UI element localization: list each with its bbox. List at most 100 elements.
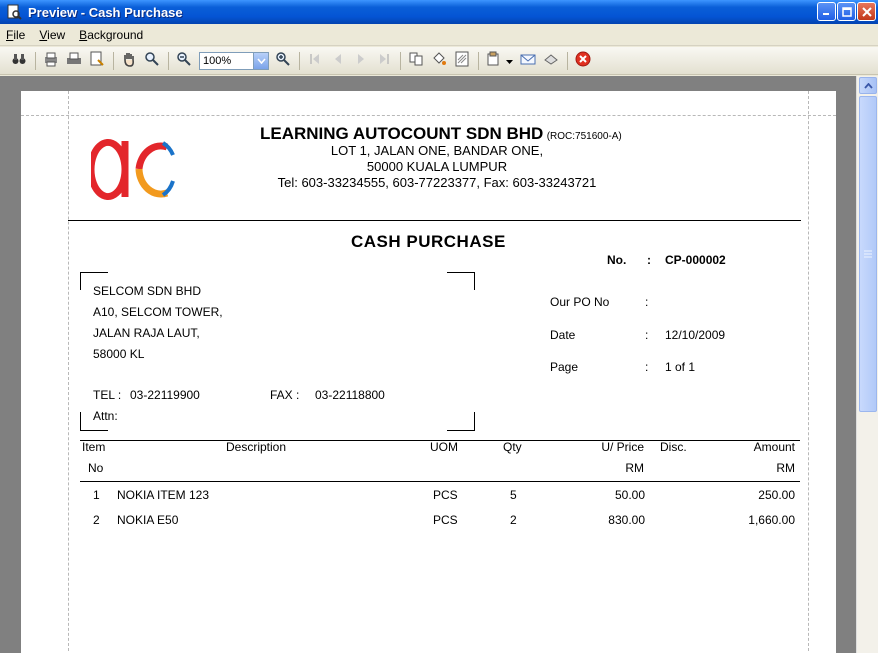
maximize-button[interactable] — [837, 2, 856, 21]
date-label: Date — [550, 328, 576, 342]
close-circle-icon — [575, 51, 591, 70]
date-value: 12/10/2009 — [665, 328, 726, 342]
supplier-address-3: 58000 KL — [93, 347, 145, 361]
row-2-uom: PCS — [433, 513, 458, 527]
last-page-icon — [376, 51, 392, 70]
row-2-price: 830.00 — [608, 513, 645, 527]
toolbar: 100% — [0, 47, 878, 75]
col-header-amount: Amount — [753, 440, 795, 454]
col-header-item-no: No — [88, 461, 104, 475]
supplier-tel-label: TEL : — [93, 388, 122, 402]
doc-no-label: No. — [607, 253, 627, 267]
company-contact: Tel: 603-33234555, 603-77223377, Fax: 60… — [277, 175, 597, 190]
print-button[interactable] — [63, 50, 85, 72]
envelope-icon — [520, 51, 536, 70]
supplier-address-2: JALAN RAJA LAUT, — [93, 326, 200, 340]
chevron-down-icon[interactable] — [253, 52, 268, 69]
col-header-item: Item — [82, 440, 106, 454]
exit-button[interactable] — [572, 50, 594, 72]
print-setup-button[interactable] — [40, 50, 62, 72]
supplier-attn-label: Attn: — [93, 409, 118, 423]
menu-view[interactable]: View — [39, 28, 65, 42]
scroll-thumb[interactable] — [859, 96, 877, 412]
row-1-description: NOKIA ITEM 123 — [117, 488, 210, 502]
menu-bar: File View Background — [0, 24, 878, 46]
row-1-uom: PCS — [433, 488, 458, 502]
export-button[interactable] — [483, 50, 505, 72]
watermark-icon — [454, 51, 470, 70]
zoom-out-icon — [176, 51, 192, 70]
row-1-price: 50.00 — [614, 488, 645, 502]
page-colon: : — [645, 360, 649, 374]
send-button[interactable] — [540, 50, 562, 72]
row-2-amount: 1,660.00 — [748, 513, 795, 527]
row-1-no: 1 — [93, 488, 100, 502]
supplier-name: SELCOM SDN BHD — [93, 284, 202, 298]
export-icon — [486, 51, 502, 70]
col-header-amount-unit: RM — [776, 461, 795, 475]
previous-page-button[interactable] — [327, 50, 349, 72]
company-name: LEARNING AUTOCOUNT SDN BHD — [260, 124, 544, 143]
zoom-in-button[interactable] — [272, 50, 294, 72]
menu-file[interactable]: File — [6, 28, 25, 42]
page-value: 1 of 1 — [665, 360, 696, 374]
zoom-in-icon — [275, 51, 291, 70]
export-dropdown-icon[interactable] — [506, 54, 513, 68]
zoom-select[interactable]: 100% — [199, 51, 269, 70]
magnifier-tool-button[interactable] — [141, 50, 163, 72]
col-header-price-unit: RM — [625, 461, 644, 475]
hand-icon — [121, 51, 137, 70]
watermark-button[interactable] — [451, 50, 473, 72]
col-header-description: Description — [226, 440, 287, 454]
close-button[interactable] — [857, 2, 876, 21]
page-setup-icon — [89, 51, 105, 70]
email-button[interactable] — [517, 50, 539, 72]
zoom-out-button[interactable] — [173, 50, 195, 72]
col-header-uom: UOM — [430, 440, 458, 454]
last-page-button[interactable] — [373, 50, 395, 72]
scroll-up-button[interactable] — [859, 77, 877, 94]
menu-background[interactable]: Background — [79, 28, 143, 42]
binoculars-icon — [11, 51, 27, 70]
row-2-description: NOKIA E50 — [117, 513, 179, 527]
supplier-address-1: A10, SELCOM TOWER, — [93, 305, 223, 319]
previous-page-icon — [330, 51, 346, 70]
first-page-icon — [307, 51, 323, 70]
col-header-disc: Disc. — [660, 440, 687, 454]
hand-tool-button[interactable] — [118, 50, 140, 72]
col-header-qty: Qty — [503, 440, 522, 454]
preview-area: LEARNING AUTOCOUNT SDN BHD (ROC:751600-A… — [0, 76, 856, 653]
supplier-fax-label: FAX : — [270, 388, 300, 402]
multiple-pages-icon — [408, 51, 424, 70]
window-title: Preview - Cash Purchase — [28, 4, 183, 20]
supplier-tel-value: 03-22119900 — [130, 388, 200, 402]
page-color-button[interactable] — [428, 50, 450, 72]
col-header-price: U/ Price — [601, 440, 644, 454]
row-2-qty: 2 — [510, 513, 517, 527]
company-address-1: LOT 1, JALAN ONE, BANDAR ONE, — [330, 143, 544, 158]
company-logo — [87, 133, 177, 206]
page-setup-button[interactable] — [86, 50, 108, 72]
title-bar: Preview - Cash Purchase — [0, 0, 878, 24]
printer-icon — [66, 51, 82, 70]
report-page: LEARNING AUTOCOUNT SDN BHD (ROC:751600-A… — [21, 91, 836, 653]
next-page-button[interactable] — [350, 50, 372, 72]
zoom-value: 100% — [203, 54, 232, 67]
multiple-pages-button[interactable] — [405, 50, 427, 72]
send-icon — [543, 51, 559, 70]
first-page-button[interactable] — [304, 50, 326, 72]
row-1-amount: 250.00 — [758, 488, 795, 502]
print-setup-icon — [43, 51, 59, 70]
vertical-scrollbar[interactable] — [856, 76, 878, 653]
page-label: Page — [550, 360, 579, 374]
magnifier-icon — [144, 51, 160, 70]
preview-icon — [6, 4, 22, 20]
company-reg-no: (ROC:751600-A) — [546, 131, 622, 142]
supplier-fax-value: 03-22118800 — [315, 388, 385, 402]
find-button[interactable] — [8, 50, 30, 72]
date-colon: : — [645, 328, 649, 342]
company-address-2: 50000 KUALA LUMPUR — [366, 159, 508, 174]
row-1-qty: 5 — [510, 488, 517, 502]
minimize-button[interactable] — [817, 2, 836, 21]
row-2-no: 2 — [93, 513, 100, 527]
